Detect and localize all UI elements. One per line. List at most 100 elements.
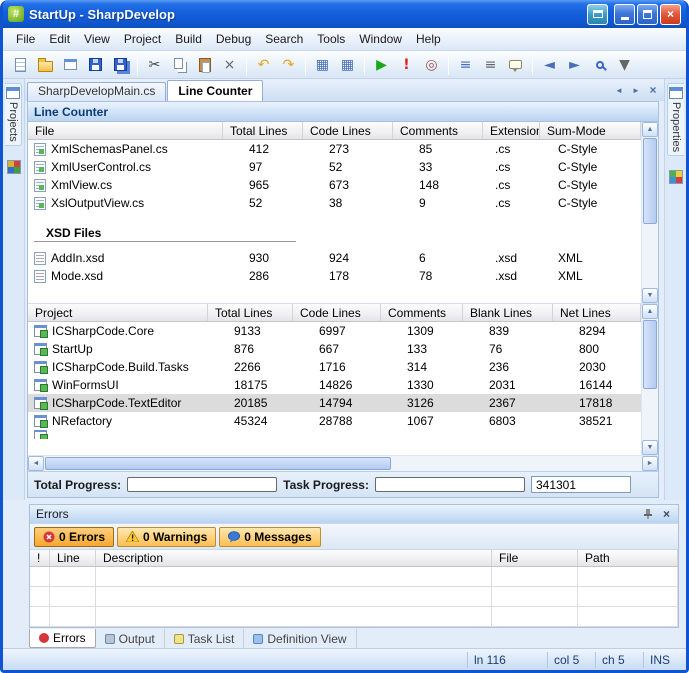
save-all-icon[interactable]	[109, 54, 132, 76]
new-file-icon[interactable]	[9, 54, 32, 76]
titlebar[interactable]: # StartUp - SharpDevelop ×	[3, 0, 686, 28]
scroll-down-button[interactable]: ▼	[642, 288, 658, 303]
file-row[interactable]: AddIn.xsd 930 924 6 .xsd XML	[28, 249, 641, 267]
column-header-code-lines[interactable]: Code Lines	[303, 122, 393, 139]
pin-button[interactable]	[640, 507, 655, 522]
menu-tools[interactable]: Tools	[310, 29, 352, 49]
project-row-selected[interactable]: ICSharpCode.TextEditor 20185 14794 3126 …	[28, 394, 641, 412]
pad-tab-definition-view[interactable]: Definition View	[244, 629, 356, 648]
search-dropdown-icon[interactable]: ▼	[613, 54, 636, 76]
comment-icon[interactable]	[504, 54, 527, 76]
scroll-left-button[interactable]: ◄	[28, 456, 44, 471]
menu-window[interactable]: Window	[352, 29, 409, 49]
left-strip-secondary-tab-icon[interactable]	[7, 160, 21, 174]
menu-search[interactable]: Search	[258, 29, 310, 49]
column-header-file[interactable]: File	[28, 122, 223, 139]
sidebar-tab-properties[interactable]: Properties	[667, 83, 684, 156]
project-row[interactable]: ICSharpCode.Build.Tasks 2266 1716 314 23…	[28, 358, 641, 376]
copy-icon[interactable]	[168, 54, 191, 76]
file-row[interactable]: XmlUserControl.cs 97 52 33 .cs C-Style	[28, 158, 641, 176]
scroll-right-button[interactable]: ►	[642, 456, 658, 471]
pad-tab-output[interactable]: Output	[96, 629, 165, 648]
column-header-file[interactable]: File	[492, 550, 578, 566]
titlebar-extra-button[interactable]	[587, 4, 608, 25]
tab-scroll-right-button[interactable]: ►	[629, 83, 643, 97]
scroll-track[interactable]	[45, 456, 641, 471]
pad-tab-task-list[interactable]: Task List	[165, 629, 245, 648]
build-icon[interactable]: ▦	[311, 54, 334, 76]
column-header-extension[interactable]: Extension	[483, 122, 540, 139]
menu-project[interactable]: Project	[117, 29, 168, 49]
project-row-clipped[interactable]	[28, 430, 641, 439]
column-header-description[interactable]: Description	[96, 550, 492, 566]
search-icon[interactable]	[588, 54, 611, 76]
pad-tab-errors[interactable]: Errors	[29, 629, 96, 648]
scroll-up-button[interactable]: ▲	[642, 304, 658, 319]
messages-filter-button[interactable]: 0 Messages	[219, 527, 320, 547]
paste-icon[interactable]	[193, 54, 216, 76]
project-row[interactable]: NRefactory 45324 28788 1067 6803 38521	[28, 412, 641, 430]
undo-icon[interactable]: ↶	[252, 54, 275, 76]
project-row[interactable]: StartUp 876 667 133 76 800	[28, 340, 641, 358]
horizontal-scrollbar[interactable]: ◄ ►	[28, 455, 658, 471]
column-header-total-lines[interactable]: Total Lines	[208, 304, 293, 321]
errors-filter-button[interactable]: 0 Errors	[34, 527, 114, 547]
cut-icon[interactable]: ✂	[143, 54, 166, 76]
project-row[interactable]: ICSharpCode.Core 9133 6997 1309 839 8294	[28, 322, 641, 340]
errors-close-button[interactable]: ×	[659, 507, 674, 522]
column-header-code-lines[interactable]: Code Lines	[293, 304, 381, 321]
column-header-blank-lines[interactable]: Blank Lines	[463, 304, 553, 321]
scroll-thumb[interactable]	[45, 457, 391, 470]
run-icon[interactable]: ▶	[370, 54, 393, 76]
open-folder-icon[interactable]	[34, 54, 57, 76]
column-header-project[interactable]: Project	[28, 304, 208, 321]
file-table-scrollbar[interactable]: ▲ ▼	[641, 122, 658, 303]
close-button[interactable]: ×	[660, 4, 681, 25]
menu-debug[interactable]: Debug	[209, 29, 258, 49]
column-header-comments[interactable]: Comments	[381, 304, 463, 321]
column-header-line[interactable]: Line	[50, 550, 96, 566]
column-header-net-lines[interactable]: Net Lines	[553, 304, 641, 321]
abort-icon[interactable]: !	[395, 54, 418, 76]
right-strip-secondary-tab-icon[interactable]	[669, 170, 683, 184]
tab-scroll-left-button[interactable]: ◄	[612, 83, 626, 97]
menu-edit[interactable]: Edit	[42, 29, 77, 49]
menu-file[interactable]: File	[9, 29, 42, 49]
file-row[interactable]: XmlSchemasPanel.cs 412 273 85 .cs C-Styl…	[28, 140, 641, 158]
file-row[interactable]: XmlView.cs 965 673 148 .cs C-Style	[28, 176, 641, 194]
next-bookmark-icon[interactable]: ►	[563, 54, 586, 76]
scroll-track[interactable]	[642, 320, 658, 439]
build-solution-icon[interactable]: ▦	[336, 54, 359, 76]
column-header-total-lines[interactable]: Total Lines	[223, 122, 303, 139]
sidebar-tab-projects[interactable]: Projects	[5, 83, 22, 146]
warnings-filter-button[interactable]: 0 Warnings	[117, 527, 216, 547]
tab-line-counter[interactable]: Line Counter	[167, 80, 263, 101]
bookmark-list-icon[interactable]: ≡	[454, 54, 477, 76]
tab-close-button[interactable]: ×	[646, 83, 660, 97]
save-icon[interactable]	[84, 54, 107, 76]
project-table-scrollbar[interactable]: ▲ ▼	[641, 304, 658, 455]
scroll-thumb[interactable]	[643, 138, 657, 224]
new-solution-icon[interactable]	[59, 54, 82, 76]
scroll-down-button[interactable]: ▼	[642, 440, 658, 455]
delete-icon[interactable]: ×	[218, 54, 241, 76]
file-row[interactable]: XslOutputView.cs 52 38 9 .cs C-Style	[28, 194, 641, 212]
prev-bookmark-icon[interactable]: ◄	[538, 54, 561, 76]
menu-help[interactable]: Help	[409, 29, 448, 49]
project-row[interactable]: WinFormsUI 18175 14826 1330 2031 16144	[28, 376, 641, 394]
scroll-track[interactable]	[642, 138, 658, 287]
menu-build[interactable]: Build	[168, 29, 209, 49]
file-row[interactable]: Mode.xsd 286 178 78 .xsd XML	[28, 267, 641, 285]
column-header-severity[interactable]: !	[30, 550, 50, 566]
column-header-comments[interactable]: Comments	[393, 122, 483, 139]
tab-sharpdevelopmain[interactable]: SharpDevelopMain.cs	[27, 82, 166, 101]
task-list-icon[interactable]: ≡	[479, 54, 502, 76]
redo-icon[interactable]: ↷	[277, 54, 300, 76]
menu-view[interactable]: View	[77, 29, 117, 49]
scroll-thumb[interactable]	[643, 320, 657, 389]
minimize-button[interactable]	[614, 4, 635, 25]
scroll-up-button[interactable]: ▲	[642, 122, 658, 137]
column-header-sum-mode[interactable]: Sum-Mode	[540, 122, 641, 139]
toggle-breakpoint-icon[interactable]: ◎	[420, 54, 443, 76]
column-header-path[interactable]: Path	[578, 550, 678, 566]
